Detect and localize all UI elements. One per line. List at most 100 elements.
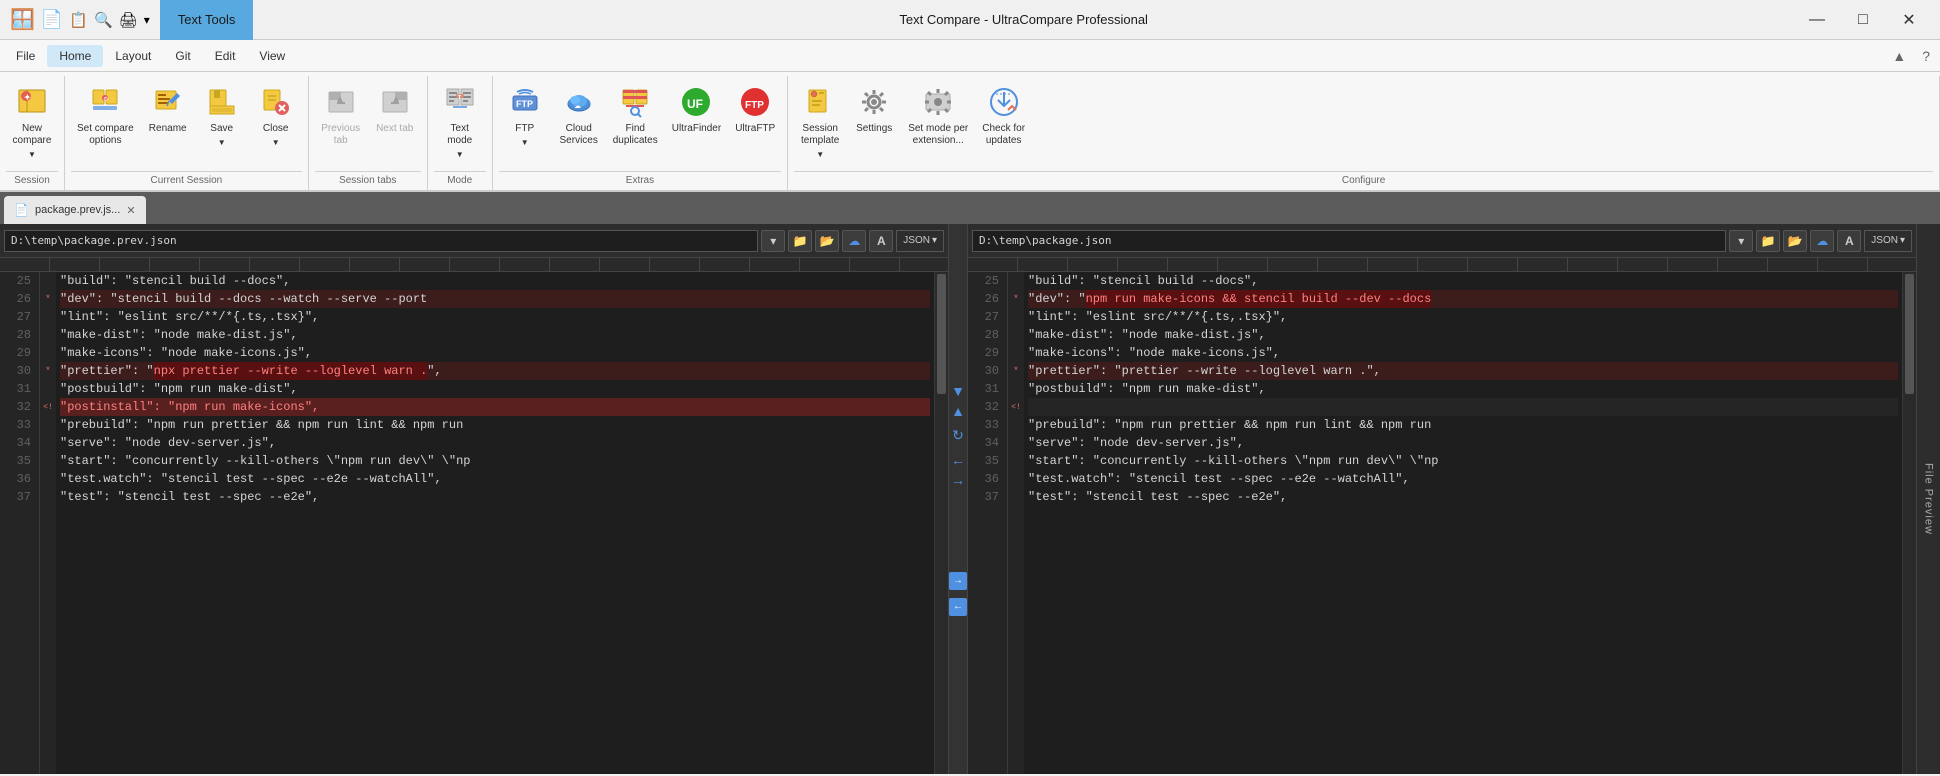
right-line-35: "start": "concurrently --kill-others \"n… [1028,452,1898,470]
find-duplicates-button[interactable]: Findduplicates [607,80,664,151]
set-mode-per-extension-icon [920,84,956,120]
menu-git[interactable]: Git [163,45,202,67]
minimize-button[interactable]: — [1794,4,1840,36]
text-mode-label: Textmode [447,123,472,147]
right-line-34: "serve": "node dev-server.js", [1028,434,1898,452]
diff-navigate-left[interactable]: ← [949,598,967,616]
document-tab[interactable]: 📄 package.prev.js... ✕ [4,196,146,224]
window-controls: — □ ✕ [1794,4,1940,36]
close-session-button[interactable]: Close ▼ [250,80,302,152]
right-dropdown-btn[interactable]: ▾ [1729,230,1753,252]
left-line-numbers: 2526272829 3031323334 353637 [0,272,40,774]
maximize-button[interactable]: □ [1840,4,1886,36]
ftp-button[interactable]: FTP FTP ▼ [499,80,551,152]
titlebar-app-icons: 🪟 📄 📋 🔍 🖨 ▾ [0,5,160,34]
left-font-btn[interactable]: A [869,230,893,252]
menu-layout[interactable]: Layout [103,45,163,67]
next-tab-button[interactable]: Next tab [369,80,421,139]
right-scrollbar-thumb[interactable] [1905,274,1914,394]
find-duplicates-icon [617,84,653,120]
left-code-content[interactable]: "build": "stencil build --docs", "dev": … [56,272,934,774]
right-line-31: "postbuild": "npm run make-dist", [1028,380,1898,398]
text-tools-tab[interactable]: Text Tools [160,0,254,40]
cloud-services-button[interactable]: ☁ CloudServices [553,80,605,151]
dropdown-arrow-icon[interactable]: ▾ [142,11,152,29]
check-for-updates-button[interactable]: Check forupdates [976,80,1031,151]
cloud-services-label: CloudServices [560,123,598,147]
ribbon-group-current-session: ⚙ Set compareoptions Rename [65,76,309,190]
right-line-37: "test": "stencil test --spec --e2e", [1028,488,1898,506]
menu-edit[interactable]: Edit [203,45,248,67]
new-compare-button[interactable]: ✦ New compare ▼ [6,80,58,164]
set-mode-per-extension-button[interactable]: Set mode perextension... [902,80,974,151]
left-line-32: "postinstall": "npm run make-icons", [60,398,930,416]
new-file-icon[interactable]: 📄 [39,7,65,32]
help-icon[interactable]: ? [1916,46,1936,66]
right-code-content[interactable]: "build": "stencil build --docs", "dev": … [1024,272,1902,774]
set-compare-options-label: Set compareoptions [77,123,134,147]
menu-view[interactable]: View [247,45,297,67]
left-language-badge[interactable]: JSON ▾ [896,230,944,252]
print-icon[interactable]: 🖨 [117,9,140,31]
sync-icon[interactable]: ↻ [952,427,964,444]
close-button[interactable]: ✕ [1886,4,1932,36]
save-label: Save [210,123,233,135]
previous-tab-icon [323,84,359,120]
arrow-right-icon[interactable]: → [951,472,965,488]
left-panel: ▾ 📁 📂 ☁ A JSON ▾ 2526272829 3031323334 3… [0,224,948,774]
ftp-label: FTP [515,123,534,135]
arrow-left-icon[interactable]: ← [951,452,965,468]
scroll-down-icon[interactable]: ▼ [951,383,965,399]
zoom-icon[interactable]: 🔍 [92,9,115,31]
session-template-button[interactable]: Sessiontemplate ▼ [794,80,846,164]
right-language-badge[interactable]: JSON ▾ [1864,230,1912,252]
session-template-arrow: ▼ [816,150,824,160]
ribbon-collapse-icon[interactable]: ▲ [1886,46,1912,66]
rename-icon [150,84,186,120]
left-path-input[interactable] [4,230,758,252]
svg-text:T: T [458,95,461,101]
app-icon[interactable]: 🪟 [8,5,37,34]
right-font-btn[interactable]: A [1837,230,1861,252]
left-open-folder-btn[interactable]: 📂 [815,230,839,252]
right-cloud-btn[interactable]: ☁ [1810,230,1834,252]
right-scrollbar[interactable] [1902,272,1916,774]
ftp-icon: FTP [507,84,543,120]
save-button[interactable]: Save ▼ [196,80,248,152]
next-tab-label: Next tab [376,123,413,135]
ribbon-group-session-tabs: Previoustab Next tab Session tabs [309,76,428,190]
rename-button[interactable]: Rename [142,80,194,139]
scroll-up-icon[interactable]: ▲ [951,403,965,419]
ultrafinder-button[interactable]: UF UltraFinder [666,80,727,139]
ribbon-group-current-session-label: Current Session [71,171,302,190]
left-open-btn[interactable]: 📁 [788,230,812,252]
tab-close-button[interactable]: ✕ [126,204,135,217]
right-code-area: 2526272829 3031323334 353637 * * <! [968,258,1916,774]
left-scrollbar[interactable] [934,272,948,774]
ribbon-group-extras-label: Extras [499,171,782,190]
left-line-33: "prebuild": "npm run prettier && npm run… [60,416,930,434]
left-line-26: "dev": "stencil build --docs --watch --s… [60,290,930,308]
set-compare-options-button[interactable]: ⚙ Set compareoptions [71,80,140,151]
right-path-input[interactable] [972,230,1726,252]
settings-button[interactable]: Settings [848,80,900,139]
left-code-lines: 2526272829 3031323334 353637 * * <! [0,272,948,774]
ultraftp-button[interactable]: FTP UltraFTP [729,80,781,139]
left-line-30: "prettier": "npx prettier --write --logl… [60,362,930,380]
settings-icon [856,84,892,120]
copy-icon[interactable]: 📋 [67,9,90,31]
previous-tab-button[interactable]: Previoustab [315,80,367,151]
left-line-25: "build": "stencil build --docs", [60,272,930,290]
menu-file[interactable]: File [4,45,47,67]
left-cloud-btn[interactable]: ☁ [842,230,866,252]
text-mode-button[interactable]: T Textmode ▼ [434,80,486,164]
right-open-folder-btn[interactable]: 📂 [1783,230,1807,252]
right-open-btn[interactable]: 📁 [1756,230,1780,252]
diff-navigate-right[interactable]: → [949,572,967,590]
menu-home[interactable]: Home [47,45,103,67]
right-change-markers: * * <! [1008,272,1024,774]
next-tab-icon [377,84,413,120]
left-dropdown-btn[interactable]: ▾ [761,230,785,252]
file-preview-sidebar: File Preview [1916,224,1940,774]
left-scrollbar-thumb[interactable] [937,274,946,394]
